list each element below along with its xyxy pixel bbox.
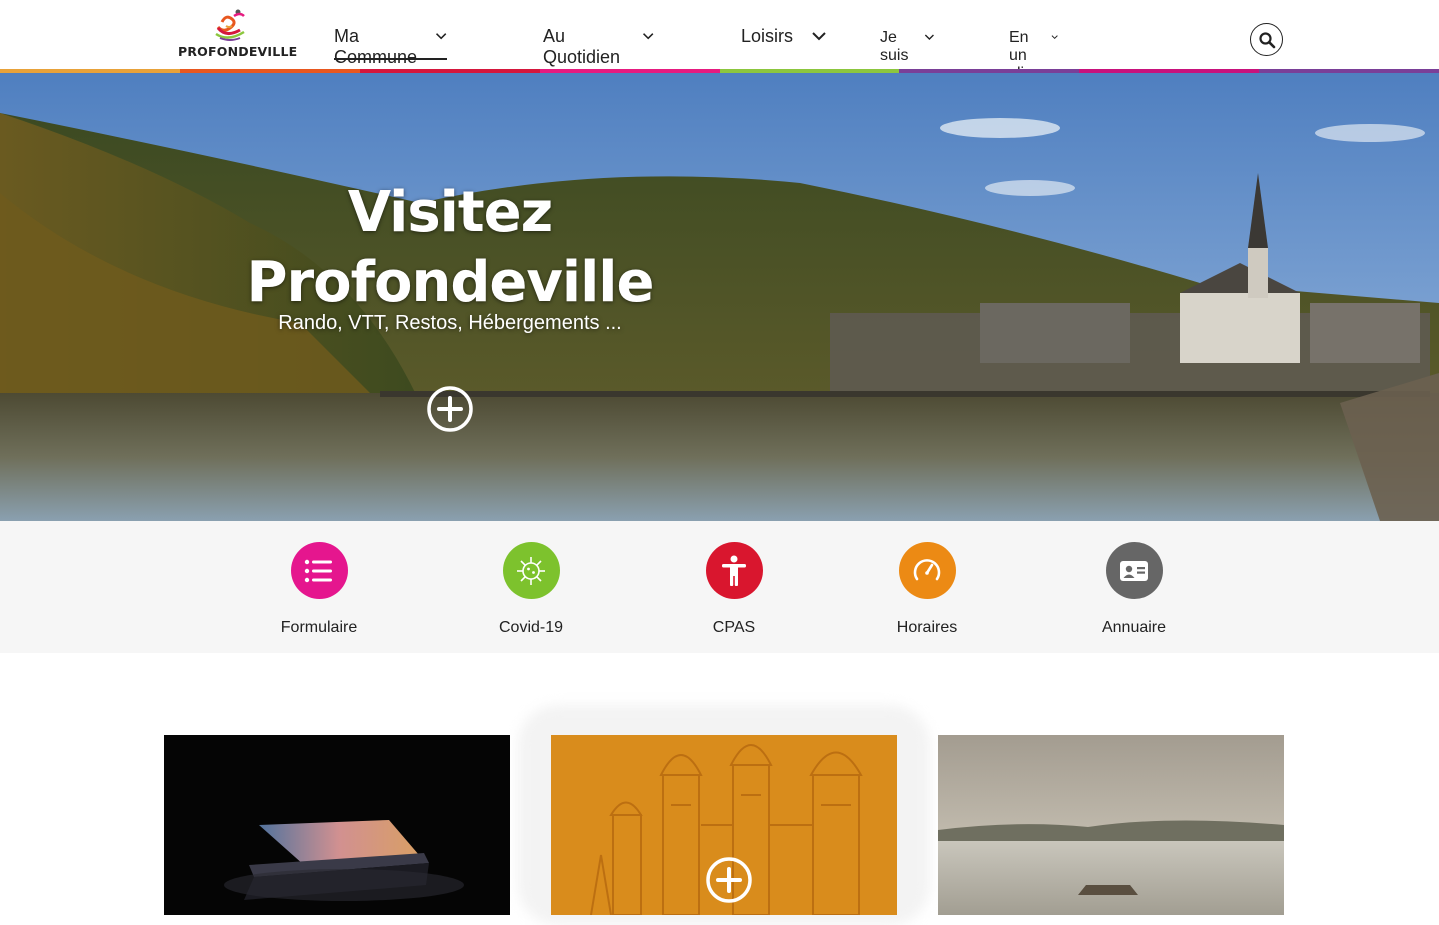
quick-link-horaires[interactable]: Horaires	[857, 542, 997, 637]
site-logo[interactable]: PROFONDEVILLE	[178, 6, 298, 64]
quick-link-icon-circle	[502, 542, 560, 599]
quick-link-covid-19[interactable]: Covid-19	[461, 542, 601, 637]
quick-link-formulaire[interactable]: Formulaire	[249, 542, 389, 637]
hero-landscape-image	[0, 73, 1439, 521]
logo-wordmark: PROFONDEVILLE	[178, 44, 298, 59]
logo-mark-icon	[215, 9, 245, 41]
lake-pier-image	[938, 735, 1284, 915]
plus-circle-icon[interactable]	[704, 855, 754, 905]
quick-link-label: Horaires	[896, 619, 958, 636]
quick-link-icon-circle	[290, 542, 348, 599]
chevron-down-icon	[642, 33, 654, 40]
virus-icon	[517, 556, 545, 585]
nav-item-ma-commune[interactable]: Ma Commune	[334, 26, 448, 67]
nav-item-au-quotidien[interactable]: Au Quotidien	[543, 26, 654, 67]
quick-link-annuaire[interactable]: Annuaire	[1064, 542, 1204, 637]
chevron-down-icon	[435, 33, 447, 40]
hero-title-line1: Visitez	[347, 180, 553, 245]
quick-link-icon-circle	[1105, 542, 1163, 599]
cards-section	[0, 653, 1439, 925]
nav-item-je-suis[interactable]: Je suis	[880, 29, 934, 64]
plus-circle-icon[interactable]	[425, 384, 475, 434]
quick-link-cpas[interactable]: CPAS	[664, 542, 804, 637]
site-header: PROFONDEVILLE Ma Commune Au Quotidien Lo…	[0, 0, 1439, 82]
list-icon	[304, 559, 332, 582]
search-button[interactable]	[1250, 23, 1283, 56]
quick-link-label: Formulaire	[280, 619, 358, 636]
quick-link-icon-circle	[898, 542, 956, 599]
search-icon	[1258, 31, 1275, 48]
gauge-icon	[913, 558, 941, 580]
laptop-image	[164, 735, 510, 915]
quick-link-icon-circle	[705, 542, 763, 599]
nav-item-label: Au Quotidien	[543, 26, 621, 67]
hero-banner[interactable]: Visitez Profondeville Rando, VTT, Restos…	[0, 73, 1439, 521]
chevron-down-icon	[1051, 35, 1058, 40]
nav-item-en-un-clic[interactable]: En un clic	[1009, 29, 1058, 82]
chevron-down-icon	[812, 32, 826, 41]
hero-subtitle: Rando, VTT, Restos, Hébergements ...	[278, 312, 622, 334]
nav-item-label: Je suis	[880, 29, 909, 64]
quick-links-bar: Formulaire Covid-19 CPAS Horaires Annuai…	[0, 521, 1439, 653]
nav-item-label: Ma Commune	[334, 26, 418, 67]
person-icon	[722, 555, 746, 586]
nav-item-loisirs[interactable]: Loisirs	[741, 26, 827, 60]
quick-link-label: Covid-19	[498, 619, 564, 636]
card-featured[interactable]	[551, 735, 897, 915]
quick-link-label: Annuaire	[1101, 619, 1167, 636]
card-lake[interactable]	[938, 735, 1284, 915]
hero-text-block: Visitez Profondeville Rando, VTT, Restos…	[220, 178, 680, 335]
contact-card-icon	[1120, 560, 1148, 581]
hero-title-line2: Profondeville	[246, 250, 655, 315]
chevron-down-icon	[924, 34, 934, 40]
quick-link-label: CPAS	[712, 619, 756, 636]
card-laptop[interactable]	[164, 735, 510, 915]
nav-item-label: Loisirs	[741, 26, 794, 46]
